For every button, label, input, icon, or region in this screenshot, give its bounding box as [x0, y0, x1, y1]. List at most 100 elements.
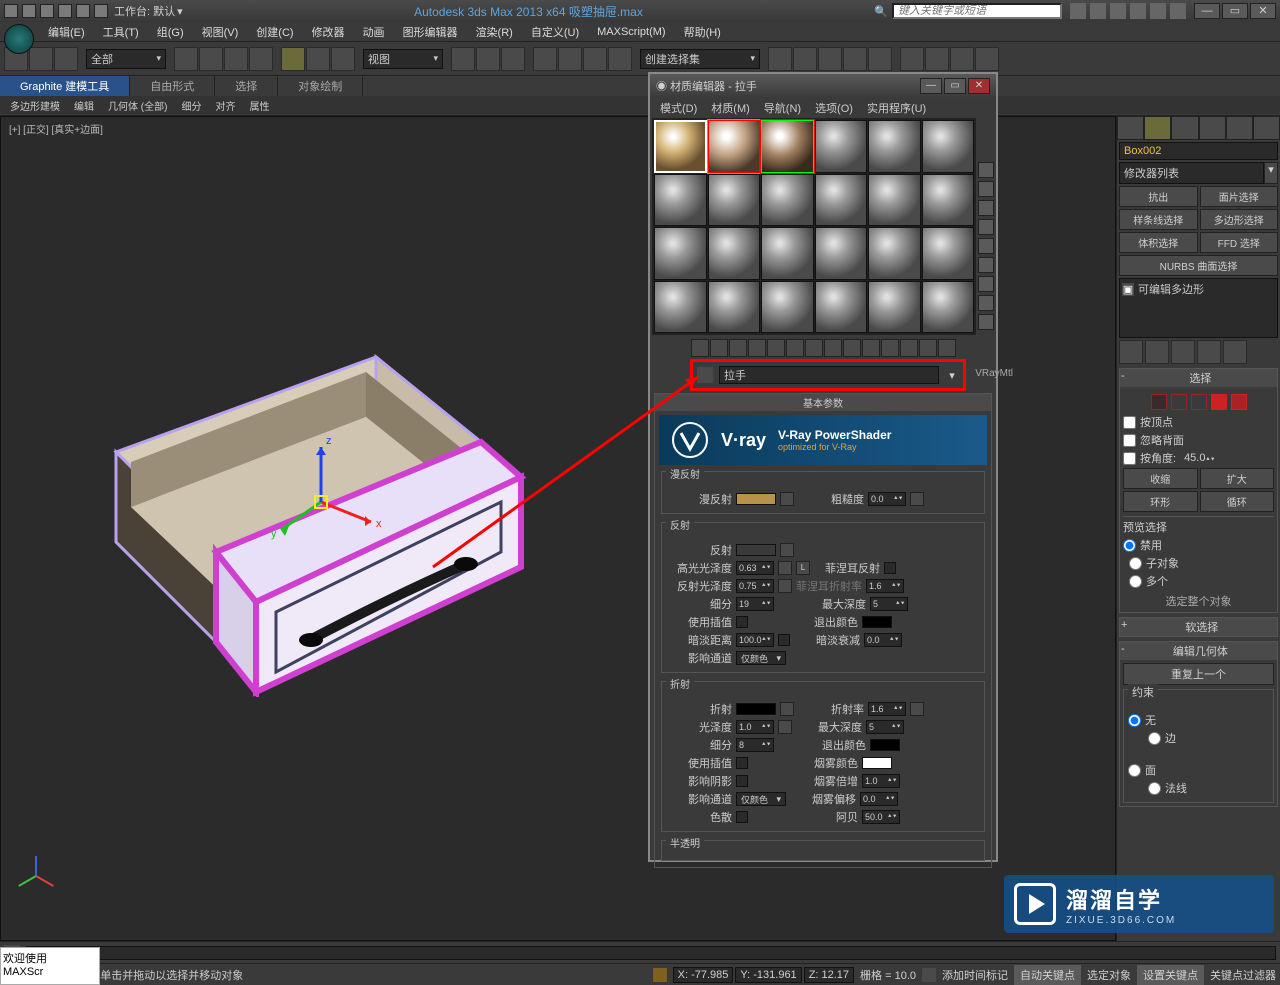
mat-menu-mode[interactable]: 模式(D): [654, 99, 703, 115]
sample-slot-1[interactable]: [654, 120, 707, 173]
abbe-spinner[interactable]: 50.0: [862, 810, 900, 824]
material-type-button[interactable]: VRayMtl: [975, 368, 1013, 379]
render-tool[interactable]: [975, 47, 999, 71]
modifier-stack[interactable]: ▣可编辑多边形: [1119, 278, 1278, 338]
btn-loop[interactable]: 循环: [1200, 491, 1275, 512]
sample-slot-2[interactable]: [708, 120, 761, 173]
dispersion-checkbox[interactable]: [736, 811, 748, 823]
sample-slot-7[interactable]: [654, 174, 707, 227]
btn-spline-select[interactable]: 样条线选择: [1119, 209, 1198, 230]
video-check-icon[interactable]: [978, 238, 994, 254]
sample-slot-12[interactable]: [922, 174, 975, 227]
dim-fall-spinner[interactable]: 0.0: [864, 633, 902, 647]
viewport-label[interactable]: [+] [正交] [真实+边面]: [9, 121, 103, 136]
ribbon-edit[interactable]: 编辑: [68, 97, 100, 113]
modifier-list-arrow[interactable]: ▾: [1264, 162, 1278, 184]
refract-interp-checkbox[interactable]: [736, 757, 748, 769]
refl-exit-swatch[interactable]: [862, 616, 892, 628]
mirror-tool[interactable]: [768, 47, 792, 71]
tab-freeform[interactable]: 自由形式: [130, 76, 215, 96]
refract-ior-spinner[interactable]: 1.6: [868, 702, 906, 716]
fresnel-ior-spinner[interactable]: 1.6: [866, 579, 904, 593]
stack-remove-icon[interactable]: [1197, 340, 1221, 364]
scale-tool[interactable]: [331, 47, 355, 71]
btn-ring[interactable]: 环形: [1123, 491, 1198, 512]
ribbon-geometry[interactable]: 几何体 (全部): [102, 97, 173, 113]
refl-interp-checkbox[interactable]: [736, 616, 748, 628]
autokey-button[interactable]: 自动关键点: [1014, 965, 1081, 985]
select-by-mat-icon[interactable]: [978, 295, 994, 311]
tab-objectpaint[interactable]: 对象绘制: [278, 76, 363, 96]
redo-icon[interactable]: [76, 4, 90, 18]
sample-slot-3[interactable]: [761, 120, 814, 173]
tab-selection[interactable]: 选择: [215, 76, 278, 96]
refract-exit-swatch[interactable]: [870, 739, 900, 751]
sample-slot-24[interactable]: [922, 281, 975, 334]
timetag-icon[interactable]: [922, 968, 936, 982]
refract-subdiv-spinner[interactable]: 8: [736, 738, 774, 752]
cmd-tab-create[interactable]: [1117, 116, 1144, 140]
subobj-vertex-icon[interactable]: [1151, 394, 1167, 410]
name-dropdown-icon[interactable]: ▾: [945, 369, 959, 382]
menu-animation[interactable]: 动画: [355, 22, 393, 42]
sample-slot-23[interactable]: [868, 281, 921, 334]
object-name-field[interactable]: Box002: [1119, 142, 1278, 160]
mat-menu-utils[interactable]: 实用程序(U): [861, 99, 932, 115]
bind-tool[interactable]: [54, 47, 78, 71]
window-crossing-tool[interactable]: [249, 47, 273, 71]
refl-affect-dropdown[interactable]: 仅颜色: [736, 651, 786, 665]
make-unique-icon[interactable]: [786, 339, 804, 357]
link-icon[interactable]: [94, 4, 108, 18]
snap-toggle[interactable]: [533, 47, 557, 71]
mat-map-nav-icon[interactable]: [978, 314, 994, 330]
put-to-lib-icon[interactable]: [805, 339, 823, 357]
sample-slot-14[interactable]: [708, 227, 761, 280]
subobj-polygon-icon[interactable]: [1211, 394, 1227, 410]
rollout-editgeo-header[interactable]: -编辑几何体: [1120, 642, 1277, 660]
rotate-tool[interactable]: [306, 47, 330, 71]
rollout-basic-header[interactable]: 基本参数: [655, 394, 991, 411]
stack-unique-icon[interactable]: [1171, 340, 1195, 364]
sample-slot-8[interactable]: [708, 174, 761, 227]
btn-grow[interactable]: 扩大: [1200, 468, 1275, 489]
mat-menu-options[interactable]: 选项(O): [809, 99, 859, 115]
help-search-input[interactable]: [892, 3, 1062, 19]
select-name-tool[interactable]: [199, 47, 223, 71]
sample-slot-20[interactable]: [708, 281, 761, 334]
align-tool[interactable]: [793, 47, 817, 71]
hilight-gloss-spinner[interactable]: 0.63: [736, 561, 774, 575]
go-forward-icon[interactable]: [919, 339, 937, 357]
fog-mult-spinner[interactable]: 1.0: [862, 774, 900, 788]
refl-gloss-spinner[interactable]: 0.75: [736, 579, 774, 593]
menu-customize[interactable]: 自定义(U): [523, 22, 587, 42]
fog-bias-spinner[interactable]: 0.0: [860, 792, 898, 806]
fresnel-checkbox[interactable]: [884, 562, 896, 574]
menu-views[interactable]: 视图(V): [194, 22, 247, 42]
assign-to-sel-icon[interactable]: [729, 339, 747, 357]
reset-map-icon[interactable]: [748, 339, 766, 357]
stack-config-icon[interactable]: [1223, 340, 1247, 364]
btn-shrink[interactable]: 收缩: [1123, 468, 1198, 489]
show-map-icon[interactable]: [843, 339, 861, 357]
menu-edit[interactable]: 编辑(E): [40, 22, 93, 42]
save-icon[interactable]: [40, 4, 54, 18]
help-icon-2[interactable]: [1090, 3, 1106, 19]
help-star-icon[interactable]: [1150, 3, 1166, 19]
ribbon-polymodel[interactable]: 多边形建模: [4, 97, 66, 113]
subobj-edge-icon[interactable]: [1171, 394, 1187, 410]
affect-shadow-checkbox[interactable]: [736, 775, 748, 787]
diffuse-color-swatch[interactable]: [736, 493, 776, 505]
named-selection-set[interactable]: 创建选择集: [640, 49, 760, 69]
cmd-tab-display[interactable]: [1226, 116, 1253, 140]
open-icon[interactable]: [22, 4, 36, 18]
spinner-snap[interactable]: [608, 47, 632, 71]
chk-ignore-back[interactable]: [1123, 434, 1136, 447]
menu-create[interactable]: 创建(C): [248, 22, 301, 42]
dialog-close[interactable]: ✕: [968, 78, 990, 94]
window-close[interactable]: ✕: [1250, 3, 1276, 19]
menu-group[interactable]: 组(G): [149, 22, 192, 42]
btn-repeat-last[interactable]: 重复上一个: [1123, 663, 1274, 685]
mat-id-icon[interactable]: [824, 339, 842, 357]
key-filters[interactable]: 关键点过滤器: [1210, 967, 1276, 983]
btn-ffd-select[interactable]: FFD 选择: [1200, 232, 1279, 253]
